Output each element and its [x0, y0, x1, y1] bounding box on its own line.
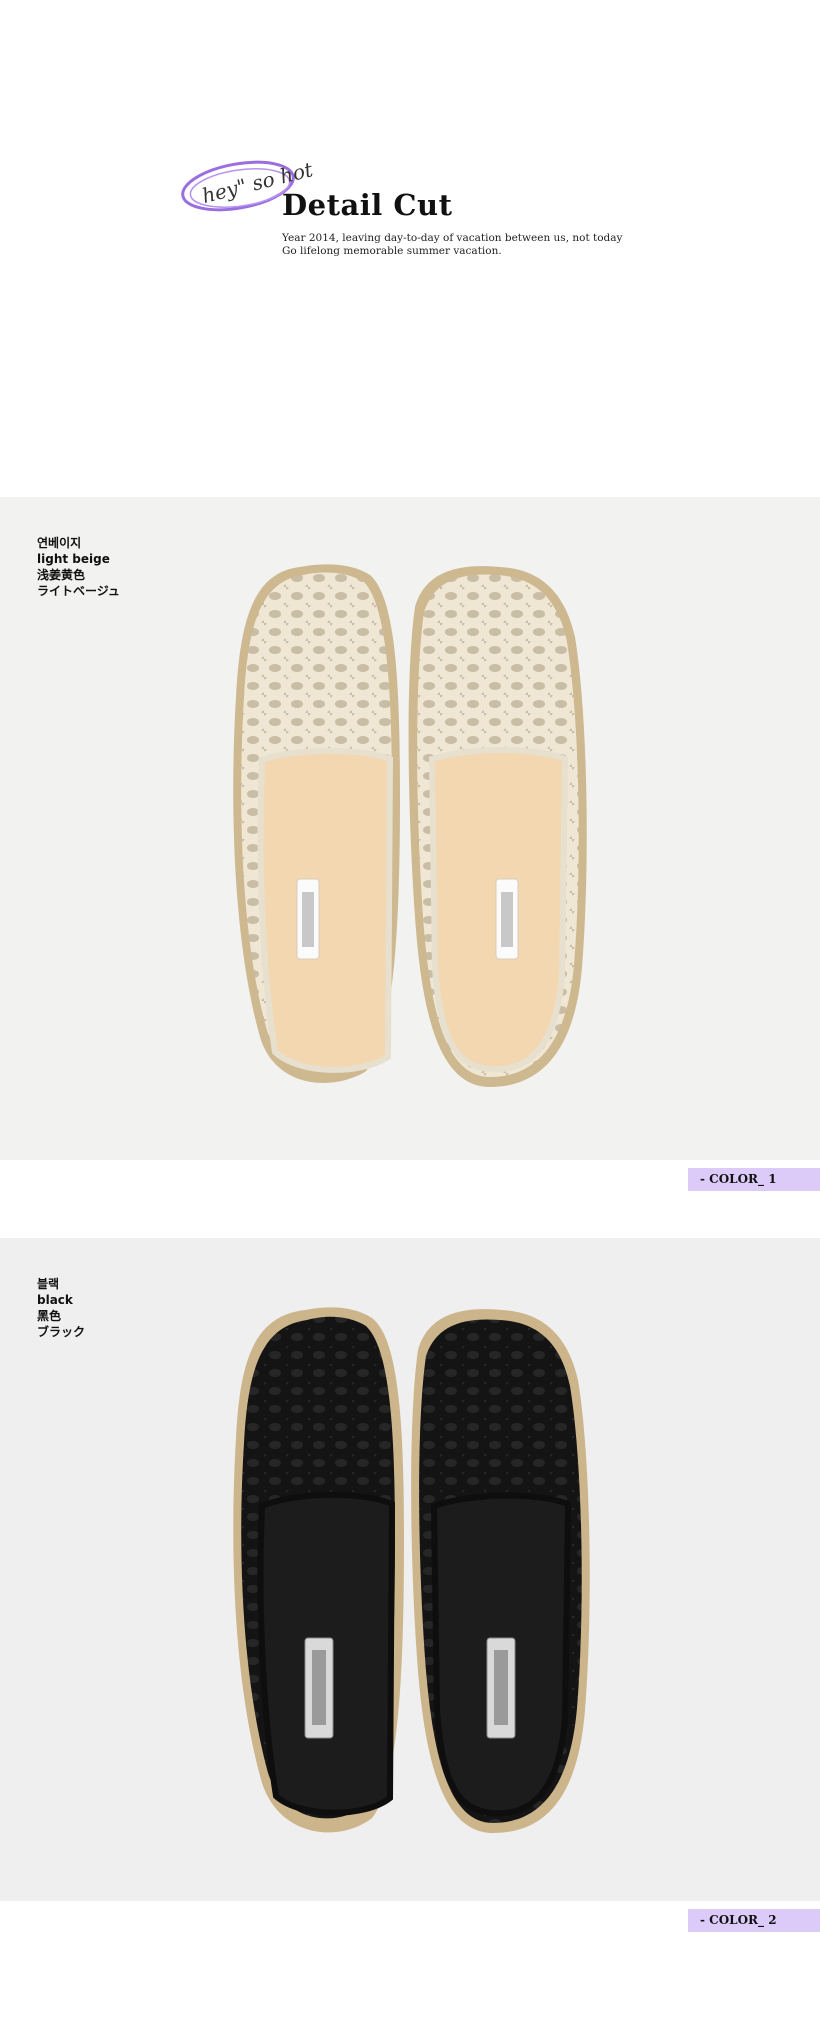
color-labels-2: 블랙 black 黑色 ブラック	[37, 1276, 85, 1340]
espadrille-pair-black-icon	[233, 1307, 590, 1833]
label-japanese: ブラック	[37, 1325, 86, 1339]
subtitle-line-1: Year 2014, leaving day-to-day of vacatio…	[282, 232, 623, 244]
color-tag-1: - COLOR_ 1	[688, 1168, 820, 1191]
detail-header: hey" so hot Detail Cut Year 2014, leavin…	[0, 0, 820, 497]
label-japanese: ライトベージュ	[37, 584, 120, 598]
subtitle-line-2: Go lifelong memorable summer vacation.	[282, 245, 502, 257]
label-english: black	[37, 1293, 73, 1307]
product-photo-black: 블랙 black 黑色 ブラック	[0, 1238, 820, 1901]
label-korean: 연베이지	[37, 536, 82, 550]
label-english: light beige	[37, 552, 110, 566]
label-chinese: 浅姜黄色	[37, 568, 86, 582]
label-chinese: 黑色	[37, 1309, 62, 1323]
product-photo-light-beige: 연베이지 light beige 浅姜黄色 ライトベージュ	[0, 497, 820, 1160]
page-title: Detail Cut	[282, 188, 453, 222]
espadrille-pair-icon	[233, 564, 587, 1087]
color-tag-2: - COLOR_ 2	[688, 1909, 820, 1932]
color-labels-1: 연베이지 light beige 浅姜黄色 ライトベージュ	[37, 535, 120, 599]
label-korean: 블랙	[37, 1277, 60, 1291]
page-subtitle: Year 2014, leaving day-to-day of vacatio…	[282, 232, 622, 258]
